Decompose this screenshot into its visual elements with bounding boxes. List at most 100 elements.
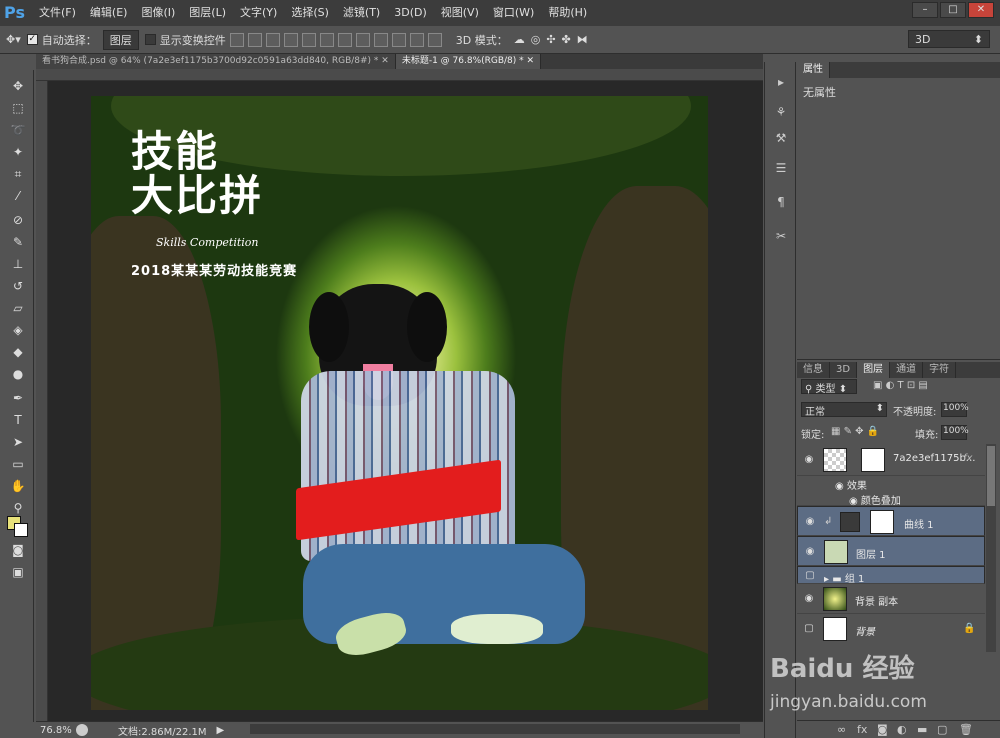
pen-tool-icon[interactable]: ✒ [9, 390, 27, 406]
menu-edit[interactable]: 编辑(E) [83, 0, 135, 26]
screen-mode-icon[interactable]: ▣ [9, 564, 27, 580]
blur-tool-icon[interactable]: ◆ [9, 344, 27, 360]
dodge-tool-icon[interactable]: ● [9, 366, 27, 382]
scale-3d-icon[interactable]: ⧓ [577, 33, 588, 46]
tab-character[interactable]: 字符 [923, 362, 957, 378]
align-bottom-icon[interactable] [265, 32, 280, 47]
tab-layers[interactable]: 图层 [857, 362, 891, 378]
tab-info[interactable]: 信息 [797, 362, 830, 378]
align-top-icon[interactable] [229, 32, 244, 47]
tab-document-1[interactable]: 看书狗合成.psd @ 64% (7a2e3ef1175b3700d92c059… [36, 54, 396, 69]
brush-presets-icon[interactable]: ⚘ [773, 104, 789, 120]
fill-input[interactable]: 100% [941, 425, 969, 440]
layer-effects-row[interactable]: ◉ 效果 [797, 476, 985, 492]
align-left-icon[interactable] [283, 32, 298, 47]
eraser-tool-icon[interactable]: ▱ [9, 300, 27, 316]
orbit-3d-icon[interactable]: ☁ [514, 33, 525, 46]
paint-bucket-tool-icon[interactable]: ◈ [9, 322, 27, 338]
tab-document-2[interactable]: 未标题-1 @ 76.8%(RGB/8) * ✕ [395, 54, 542, 69]
move-tool-preset-icon[interactable]: ✥▾ [6, 33, 21, 46]
eyedropper-tool-icon[interactable]: ⁄ [9, 188, 27, 204]
align-right-icon[interactable] [319, 32, 334, 47]
menu-view[interactable]: 视图(V) [434, 0, 486, 26]
horizontal-scrollbar[interactable] [250, 724, 740, 734]
marquee-tool-icon[interactable]: ⬚ [9, 100, 27, 116]
minimize-icon[interactable]: – [912, 2, 938, 18]
path-selection-tool-icon[interactable]: ➤ [9, 434, 27, 450]
visibility-toggle-off[interactable]: ▢ [803, 623, 815, 634]
layer-effect-color-overlay[interactable]: ◉ 颜色叠加 [797, 490, 985, 507]
filter-icons[interactable]: ▣ ◐ T ⊡ ▤ [873, 380, 928, 391]
shape-tool-icon[interactable]: ▭ [9, 456, 27, 472]
distribute-top-icon[interactable] [337, 32, 352, 47]
brush-panel-icon[interactable]: ⚒ [773, 130, 789, 146]
auto-select-checkbox[interactable]: ✓ 自动选择： [26, 32, 97, 48]
adjustment-layer-icon[interactable]: ◐ [897, 723, 907, 736]
lock-icons[interactable]: ▦ ✎ ✥ 🔒 [831, 426, 879, 437]
layer-row-curves[interactable]: ◉ ↲ 曲线 1 [797, 506, 985, 536]
visibility-eye-icon[interactable]: ◉ [804, 546, 816, 557]
new-layer-icon[interactable]: ▢ [937, 723, 947, 736]
trash-icon[interactable]: 🗑 [959, 723, 973, 736]
slide-3d-icon[interactable]: ✤ [562, 33, 571, 46]
menu-image[interactable]: 图像(I) [134, 0, 182, 26]
distribute-hcenter-icon[interactable] [409, 32, 424, 47]
new-group-icon[interactable]: ▬ [917, 723, 927, 736]
menu-file[interactable]: 文件(F) [32, 0, 83, 26]
add-mask-icon[interactable]: ◙ [877, 723, 888, 736]
background-color-swatch[interactable] [14, 523, 28, 537]
tab-3d[interactable]: 3D [830, 362, 858, 378]
blend-mode-dropdown[interactable]: 正常 ⬍ [801, 402, 887, 418]
menu-3d[interactable]: 3D(D) [387, 0, 434, 26]
auto-select-target-dropdown[interactable]: 图层 [102, 29, 139, 50]
menu-window[interactable]: 窗口(W) [486, 0, 541, 26]
visibility-eye-icon[interactable]: ◉ [803, 454, 815, 465]
paragraph-panel-icon[interactable]: ¶ [773, 194, 789, 210]
visibility-eye-icon[interactable]: ◉ [804, 516, 816, 527]
distribute-right-icon[interactable] [427, 32, 442, 47]
magic-wand-tool-icon[interactable]: ✦ [9, 144, 27, 160]
menu-help[interactable]: 帮助(H) [541, 0, 594, 26]
brush-tool-icon[interactable]: ✎ [9, 234, 27, 250]
status-menu-arrow-icon[interactable]: ▶ [217, 725, 225, 736]
document-canvas[interactable]: 技能 大比拼 Skills Competition 2018某某某劳动技能竞赛 [91, 96, 708, 710]
zoom-field[interactable]: 76.8% [36, 725, 76, 736]
align-vcenter-icon[interactable] [247, 32, 262, 47]
menu-type[interactable]: 文字(Y) [233, 0, 284, 26]
layer-row-bg-copy[interactable]: ◉ 背景 副本 [797, 584, 985, 614]
layers-scroll-thumb[interactable] [987, 446, 995, 506]
pan-3d-icon[interactable]: ✣ [546, 33, 555, 46]
maximize-icon[interactable]: □ [940, 2, 966, 18]
distribute-bottom-icon[interactable] [373, 32, 388, 47]
distribute-vcenter-icon[interactable] [355, 32, 370, 47]
layer-filter-dropdown[interactable]: ⚲ 类型 ⬍ [801, 379, 857, 395]
layer-row-layer1[interactable]: ◉ 图层 1 [797, 536, 985, 566]
align-hcenter-icon[interactable] [301, 32, 316, 47]
menu-select[interactable]: 选择(S) [284, 0, 336, 26]
quick-mask-icon[interactable]: ◙ [9, 542, 27, 558]
link-layers-icon[interactable]: ∞ [837, 723, 846, 736]
visibility-toggle-off[interactable]: ▢ [804, 570, 816, 581]
tab-properties[interactable]: 属性 [797, 62, 830, 78]
stamp-tool-icon[interactable]: ⊥ [9, 256, 27, 272]
zoom-tool-icon[interactable]: ⚲ [9, 500, 27, 516]
distribute-left-icon[interactable] [391, 32, 406, 47]
menu-layer[interactable]: 图层(L) [182, 0, 233, 26]
history-brush-tool-icon[interactable]: ↺ [9, 278, 27, 294]
roll-3d-icon[interactable]: ◎ [531, 33, 541, 46]
paragraph-styles-icon[interactable]: ☰ [773, 160, 789, 176]
layer-row-group1[interactable]: ▢ ▸ ▬ 组 1 [797, 566, 985, 585]
move-tool-icon[interactable]: ✥ [9, 78, 27, 94]
close-icon[interactable]: ✕ [968, 2, 994, 18]
hand-tool-icon[interactable]: ✋ [9, 478, 27, 494]
add-style-icon[interactable]: fx [857, 723, 867, 736]
layer-row-smart-object[interactable]: ◉ 7a2e3ef1175b... fx [797, 444, 985, 476]
tool-presets-icon[interactable]: ✂ [773, 228, 789, 244]
workspace-dropdown[interactable]: 3D ⬍ [908, 30, 990, 48]
history-panel-icon[interactable]: ▸ [773, 74, 789, 90]
crop-tool-icon[interactable]: ⌗ [9, 166, 27, 182]
type-tool-icon[interactable]: T [9, 412, 27, 428]
opacity-input[interactable]: 100% [941, 402, 969, 417]
menu-filter[interactable]: 滤镜(T) [336, 0, 387, 26]
status-info-icon[interactable] [76, 724, 88, 736]
